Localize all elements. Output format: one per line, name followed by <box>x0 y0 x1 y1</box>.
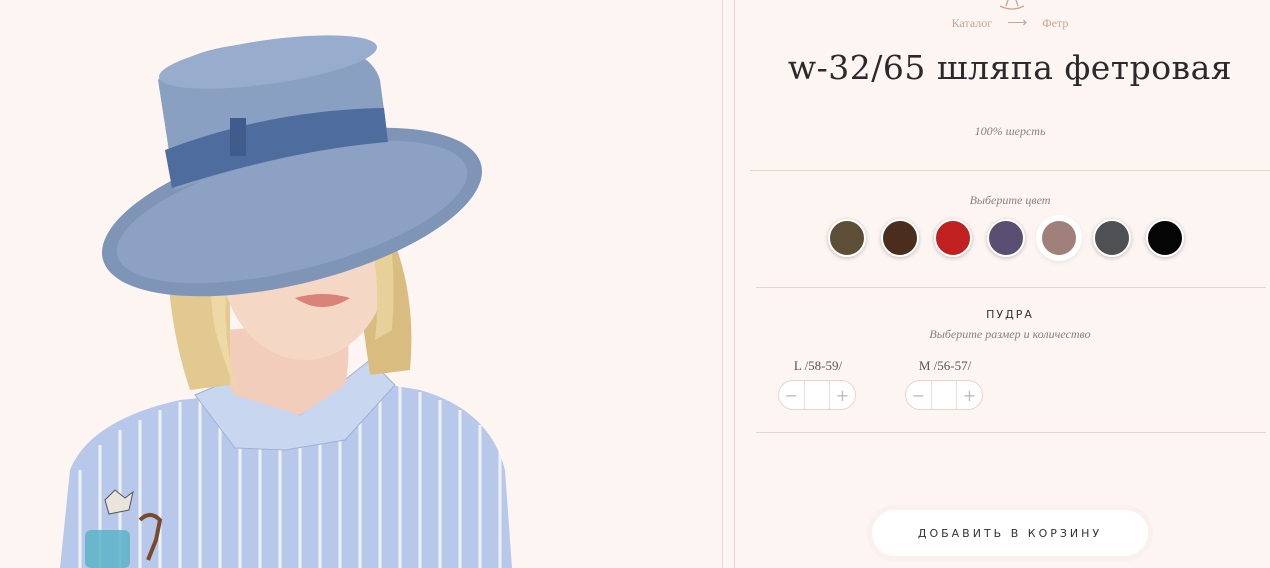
pane-divider-right <box>734 0 735 568</box>
size-label: Выберите размер и количество <box>929 327 1091 341</box>
color-label: Выберите цвет <box>969 193 1051 207</box>
color-swatch[interactable] <box>1040 219 1078 257</box>
size-option-l: L /58-59/ − + <box>778 358 858 410</box>
divider <box>756 287 1266 288</box>
breadcrumb-link-catalog[interactable]: Каталог <box>952 16 993 30</box>
size-name: L /58-59/ <box>793 358 843 373</box>
model-wearing-hat-image <box>60 35 512 568</box>
pane-divider-left <box>722 0 723 568</box>
plus-button[interactable]: + <box>830 386 855 405</box>
product-title: w-32/65 шляпа фетровая <box>787 48 1233 87</box>
selected-color-name: ПУДРА <box>986 308 1034 321</box>
color-swatch[interactable] <box>828 219 866 257</box>
quantity-stepper: − + <box>905 380 983 410</box>
arrow-right-icon: ⟶ <box>1007 16 1028 31</box>
divider <box>756 432 1266 433</box>
breadcrumb: Каталог ⟶ Фетр <box>736 15 1270 32</box>
product-photo <box>0 0 722 568</box>
add-to-cart-label: ДОБАВИТЬ В КОРЗИНУ <box>917 526 1103 540</box>
quantity-stepper: − + <box>778 380 856 410</box>
add-to-cart-button[interactable]: ДОБАВИТЬ В КОРЗИНУ <box>872 510 1148 556</box>
product-info: Каталог ⟶ Фетр w-32/65 шляпа фетровая 10… <box>736 0 1270 568</box>
hat-icon <box>999 0 1025 10</box>
color-swatch[interactable] <box>881 219 919 257</box>
breadcrumb-link-felt[interactable]: Фетр <box>1042 16 1068 30</box>
color-swatch[interactable] <box>934 219 972 257</box>
size-option-m: M /56-57/ − + <box>905 358 985 410</box>
minus-button[interactable]: − <box>779 386 804 405</box>
product-material: 100% шерсть <box>974 124 1046 138</box>
minus-button[interactable]: − <box>906 386 931 405</box>
color-swatch[interactable] <box>1093 219 1131 257</box>
divider <box>750 170 1270 171</box>
quantity-input[interactable] <box>931 381 957 409</box>
plus-button[interactable]: + <box>957 386 982 405</box>
quantity-input[interactable] <box>804 381 830 409</box>
color-swatch[interactable] <box>987 219 1025 257</box>
color-swatch[interactable] <box>1146 219 1184 257</box>
size-name: M /56-57/ <box>918 358 972 373</box>
